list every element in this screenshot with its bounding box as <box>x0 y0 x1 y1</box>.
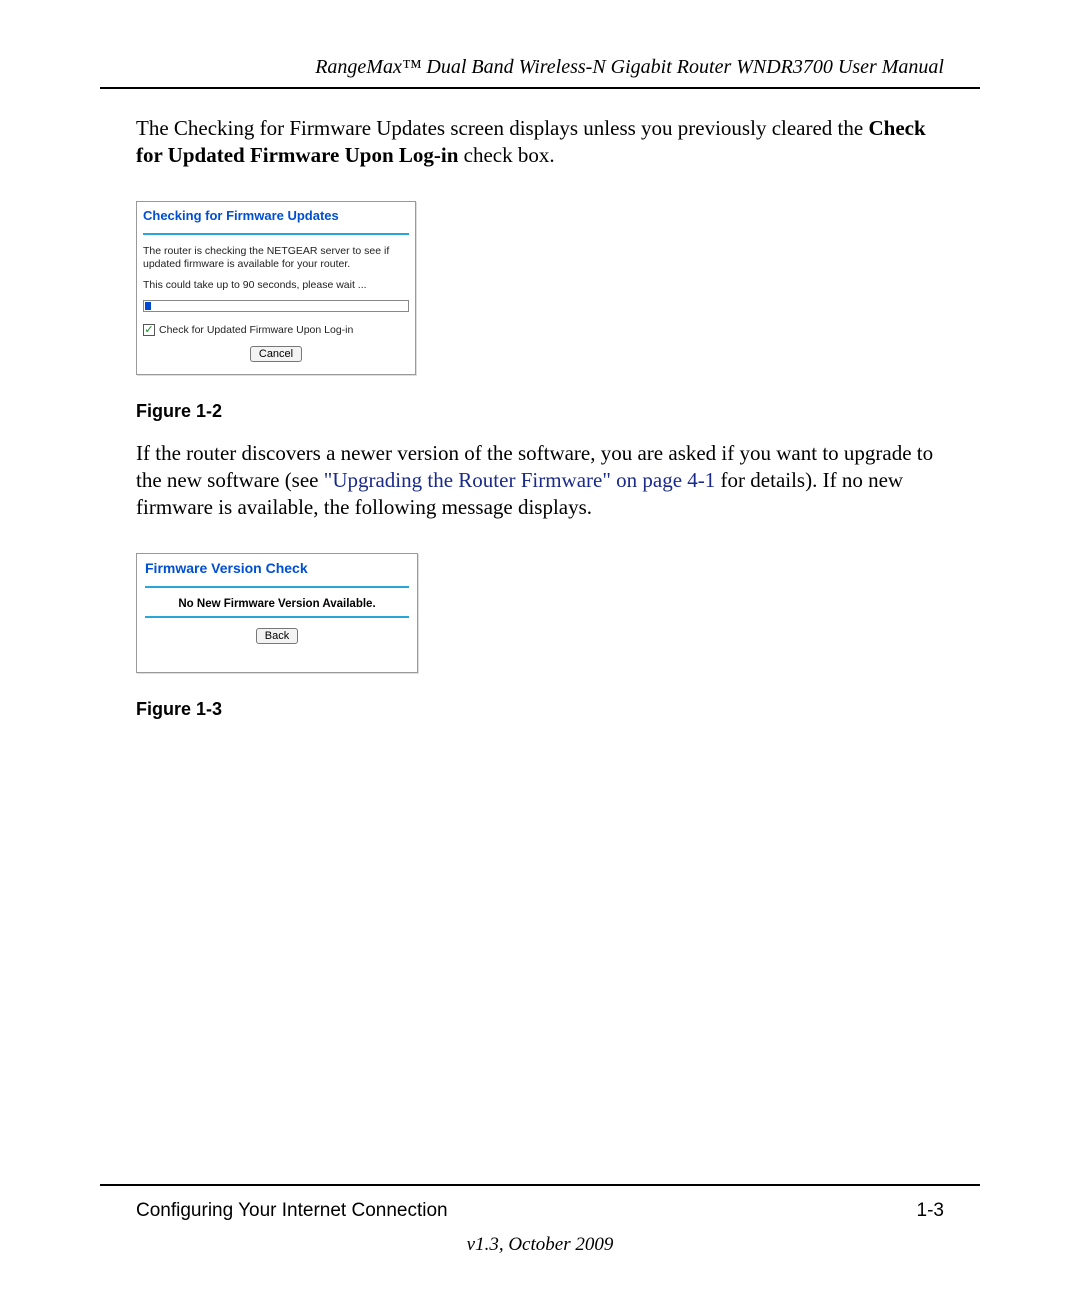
panel-title: Firmware Version Check <box>145 560 409 576</box>
progress-bar <box>143 300 409 312</box>
panel-divider <box>145 586 409 588</box>
checking-updates-panel: Checking for Firmware Updates The router… <box>136 201 416 375</box>
back-button[interactable]: Back <box>256 628 298 644</box>
checkbox-row: ✓ Check for Updated Firmware Upon Log-in <box>143 324 409 336</box>
page-footer: Configuring Your Internet Connection 1-3… <box>100 1184 980 1296</box>
paragraph-2: If the router discovers a newer version … <box>136 440 944 521</box>
para1-part-c: check box. <box>458 143 554 167</box>
footer-rule <box>100 1184 980 1186</box>
panel-text-1: The router is checking the NETGEAR serve… <box>143 245 409 271</box>
checkbox[interactable]: ✓ <box>143 324 155 336</box>
crossref-link[interactable]: "Upgrading the Router Firmware" on page … <box>324 468 716 492</box>
checkmark-icon: ✓ <box>144 325 153 336</box>
footer-version: v1.3, October 2009 <box>100 1234 980 1256</box>
progress-fill <box>145 302 151 310</box>
header-rule <box>100 87 980 89</box>
figure-1-2: Checking for Firmware Updates The router… <box>136 201 980 375</box>
firmware-check-panel: Firmware Version Check No New Firmware V… <box>136 553 418 673</box>
footer-section-name: Configuring Your Internet Connection <box>136 1200 448 1222</box>
cancel-button[interactable]: Cancel <box>250 346 302 362</box>
panel-message: No New Firmware Version Available. <box>145 598 409 610</box>
checkbox-label: Check for Updated Firmware Upon Log-in <box>159 324 353 336</box>
panel-divider <box>145 616 409 618</box>
panel-text-2: This could take up to 90 seconds, please… <box>143 279 409 292</box>
panel-title: Checking for Firmware Updates <box>143 208 409 223</box>
footer-page-number: 1-3 <box>917 1200 944 1222</box>
doc-header-title: RangeMax™ Dual Band Wireless-N Gigabit R… <box>100 56 944 79</box>
figure-1-2-caption: Figure 1-2 <box>136 401 980 422</box>
figure-1-3: Firmware Version Check No New Firmware V… <box>136 553 980 673</box>
paragraph-1: The Checking for Firmware Updates screen… <box>136 115 944 169</box>
figure-1-3-caption: Figure 1-3 <box>136 699 980 720</box>
para1-part-a: The Checking for Firmware Updates screen… <box>136 116 868 140</box>
panel-divider <box>143 233 409 235</box>
